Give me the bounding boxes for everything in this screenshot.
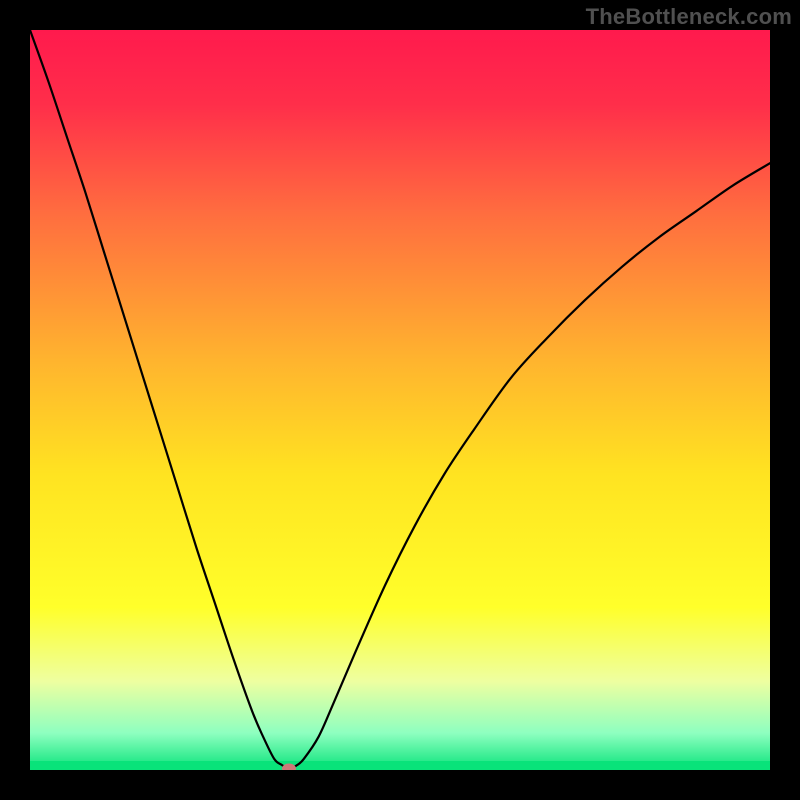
bottleneck-chart [30,30,770,770]
chart-frame: TheBottleneck.com [0,0,800,800]
plot-background [30,30,770,770]
bottom-strip [30,761,770,770]
watermark: TheBottleneck.com [586,4,792,30]
